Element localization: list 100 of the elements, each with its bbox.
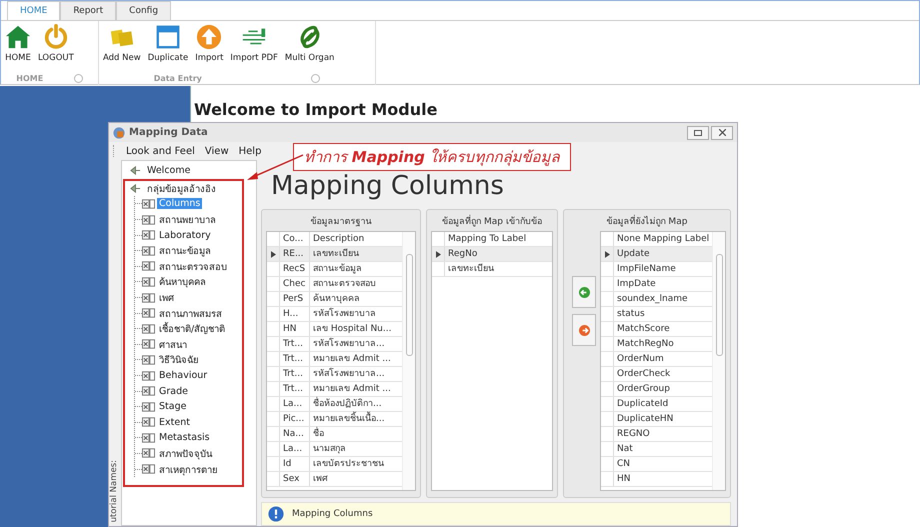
ribbon-button[interactable]: Duplicate xyxy=(146,24,190,71)
table-cell: Trt... xyxy=(280,337,310,351)
table-cell-text: นามสกุล xyxy=(312,442,347,456)
table-icon xyxy=(142,261,155,272)
table-icon xyxy=(142,339,155,350)
power-icon xyxy=(42,24,69,50)
table-cell-text: DuplicateHN xyxy=(616,412,674,426)
section-heading: Mapping Columns xyxy=(271,171,505,201)
table-icon xyxy=(142,230,155,240)
ribbon-button[interactable]: Add New xyxy=(101,24,143,71)
table-icon xyxy=(142,464,155,474)
table-cell-text: ImpDate xyxy=(616,278,657,290)
tree-item[interactable]: Stage xyxy=(157,401,188,412)
tree-item[interactable]: สถานะข้อมูล xyxy=(157,243,213,258)
table-cell-text: ImpFileName xyxy=(616,262,677,276)
table-cell-text: REGNO xyxy=(616,428,651,440)
move-right-button[interactable] xyxy=(572,314,596,346)
panel-title: ข้อมูลที่ยังไม่ถูก Map xyxy=(568,210,726,231)
tree-item[interactable]: Welcome xyxy=(145,165,192,176)
table-icon xyxy=(142,417,155,428)
table-icon xyxy=(142,246,155,256)
tree-item[interactable]: เพศ xyxy=(157,290,176,306)
table-cell-text: soundex_lname xyxy=(616,292,689,306)
menu-item[interactable]: Look and Feel xyxy=(126,146,195,156)
table-cell-text: ค้นหาบุคคล xyxy=(312,292,361,306)
table-cell-text: สถานะตรวจสอบ xyxy=(312,278,377,290)
maximize-button[interactable] xyxy=(687,126,709,140)
ribbon-button[interactable]: HOME xyxy=(3,24,33,71)
menu-item[interactable]: Help xyxy=(238,146,262,156)
table-icon xyxy=(142,324,155,334)
ribbon-tab[interactable]: HOME xyxy=(7,1,60,20)
table-icon xyxy=(142,402,155,412)
table-icon xyxy=(142,198,155,209)
menu-item[interactable]: View xyxy=(204,146,229,156)
table-cell: Trt... xyxy=(280,352,310,366)
tree-item[interactable]: Grade xyxy=(157,386,190,397)
table-cell-text: เลขทะเบียน xyxy=(312,248,360,260)
table-cell-text: หมายเลขชิ้นเนื้อ... xyxy=(312,412,386,426)
table-icon xyxy=(142,354,155,365)
right-arrow-icon xyxy=(578,324,590,336)
tree-item[interactable]: Extent xyxy=(157,416,192,428)
table-cell-text: เลขบัตรประชาชน xyxy=(312,458,385,470)
table-cell: HN xyxy=(280,322,310,336)
column-header[interactable]: Description xyxy=(310,232,403,246)
node-icon xyxy=(130,165,141,176)
table-icon xyxy=(142,292,155,303)
scrollbar[interactable] xyxy=(402,232,415,490)
ribbon-button[interactable]: Import xyxy=(193,24,226,71)
tree-item[interactable]: สถานะตรวจสอบ xyxy=(157,258,229,274)
table-cell: Na... xyxy=(280,427,310,441)
tree-item[interactable]: เชื้อชาติ/สัญชาติ xyxy=(157,321,228,336)
tree-item[interactable]: สาเหตุการตาย xyxy=(157,462,220,477)
table-cell-text: เลข Hospital Nu... xyxy=(312,322,392,336)
ribbon-button[interactable]: LOGOUT xyxy=(36,24,76,71)
column-header[interactable]: None Mapping Label xyxy=(614,232,713,246)
close-button[interactable] xyxy=(711,126,733,140)
ribbon-button[interactable]: Multi Organ xyxy=(282,24,336,71)
table-cell-text: MatchScore xyxy=(616,322,671,336)
table-cell-text: รหัสโรงพยาบาล xyxy=(312,307,377,320)
table-cell: La... xyxy=(280,442,310,456)
launcher-icon[interactable] xyxy=(74,74,83,82)
table-icon xyxy=(142,386,155,396)
info-text: Mapping Columns xyxy=(292,509,373,519)
tree-item[interactable]: ค้นหาบุคคล xyxy=(157,274,208,290)
table-cell-text: เพศ xyxy=(312,472,329,486)
panel-title: ข้อมูลมาตรฐาน xyxy=(310,216,372,229)
table-icon xyxy=(142,432,155,443)
house-icon xyxy=(5,24,31,50)
tree-item[interactable]: สถานพยาบาล xyxy=(157,212,218,228)
tree-item[interactable]: Behaviour xyxy=(157,370,210,382)
column-header[interactable]: Mapping To Label xyxy=(445,232,552,246)
move-left-button[interactable] xyxy=(572,276,596,308)
table-cell: PerS xyxy=(280,292,310,306)
tree-item[interactable]: Metastasis xyxy=(157,432,212,444)
table-cell: Id xyxy=(280,457,310,471)
window-title: Mapping Data xyxy=(129,127,208,138)
column-header[interactable]: Co... xyxy=(280,232,310,246)
tree-item[interactable]: สภาพปัจจุบัน xyxy=(157,446,214,461)
table-cell-text: RegNo xyxy=(447,248,478,260)
tree-item[interactable]: วิธีวินิจฉัย xyxy=(157,352,201,368)
tree-item[interactable]: กลุ่มข้อมูลอ้างอิง xyxy=(145,180,218,196)
page-heading: Welcome to Import Module xyxy=(194,100,438,119)
node-icon xyxy=(130,182,141,194)
panel-title: ข้อมูลที่ถูก Map เข้ากับข้อ xyxy=(431,210,553,231)
side-label: utorial Names: xyxy=(109,460,119,522)
table-cell-text: เลขทะเบียน xyxy=(447,262,495,276)
ribbon-tab[interactable]: Report xyxy=(60,1,116,20)
tree-item[interactable]: ศาสนา xyxy=(157,336,189,352)
ribbon-tab[interactable]: Config xyxy=(116,1,172,20)
tree-item[interactable]: สถานภาพสมรส xyxy=(157,306,224,321)
tree-item[interactable]: Laboratory xyxy=(157,230,213,241)
scrollbar[interactable] xyxy=(712,232,725,490)
table-cell-text: รหัสโรงพยาบาล... xyxy=(312,337,386,350)
table-cell: La... xyxy=(280,397,310,411)
table-cell: Chec xyxy=(280,277,310,291)
table-cell-text: OrderNum xyxy=(616,352,665,366)
launcher-icon[interactable] xyxy=(311,74,320,82)
ribbon-button[interactable]: Import PDF xyxy=(228,24,280,71)
table-cell-text: ชื่อ xyxy=(312,427,325,440)
table-cell-text: DuplicateId xyxy=(616,398,670,410)
